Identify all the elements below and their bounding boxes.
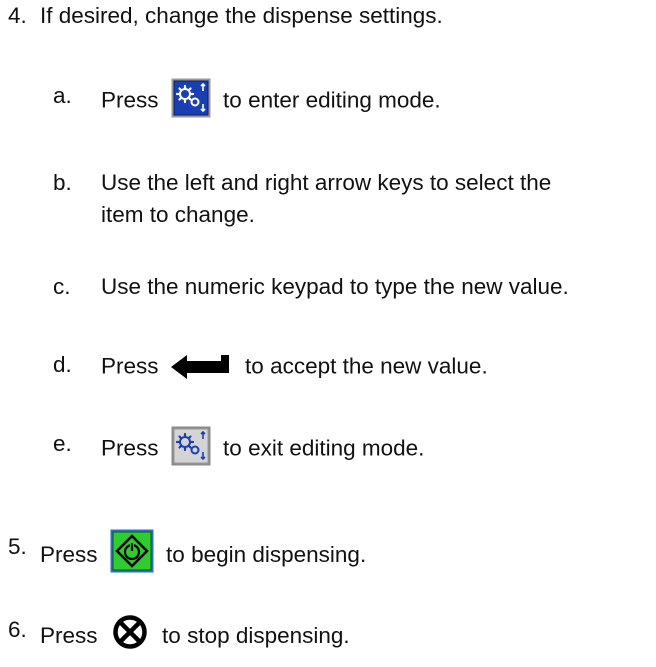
- substep-text-after: to exit editing mode.: [223, 435, 425, 461]
- step-number: 4.: [8, 3, 27, 28]
- substep-text-after: to accept the new value.: [245, 353, 488, 379]
- substep-letter: d.: [53, 352, 72, 377]
- step-number: 6.: [8, 617, 27, 642]
- step-text-before: Press: [40, 623, 98, 648]
- substep-text-before: Press: [101, 87, 159, 113]
- substep-letter: a.: [53, 83, 72, 108]
- start-dispense-icon: [110, 529, 154, 573]
- step-number: 5.: [8, 534, 27, 559]
- substep-letter: e.: [53, 431, 72, 456]
- settings-exit-icon: [171, 426, 211, 466]
- settings-edit-icon: [171, 78, 211, 118]
- substep-letter: c.: [53, 274, 71, 299]
- step-text-after: to begin dispensing.: [166, 542, 367, 567]
- substep-letter: b.: [53, 170, 72, 195]
- step-text-before: Press: [40, 542, 98, 567]
- substep-text-after: to enter editing mode.: [223, 87, 441, 113]
- substep-text-line2: item to change.: [101, 202, 255, 227]
- substep-text-before: Press: [101, 353, 159, 379]
- substep-text: Use the numeric keypad to type the new v…: [101, 274, 569, 299]
- step-text-after: to stop dispensing.: [162, 623, 350, 648]
- enter-icon: [170, 353, 233, 380]
- substep-text-line1: Use the left and right arrow keys to sel…: [101, 170, 552, 195]
- stop-dispense-icon: [110, 612, 150, 652]
- step-text: If desired, change the dispense settings…: [40, 3, 443, 28]
- substep-text-before: Press: [101, 435, 159, 461]
